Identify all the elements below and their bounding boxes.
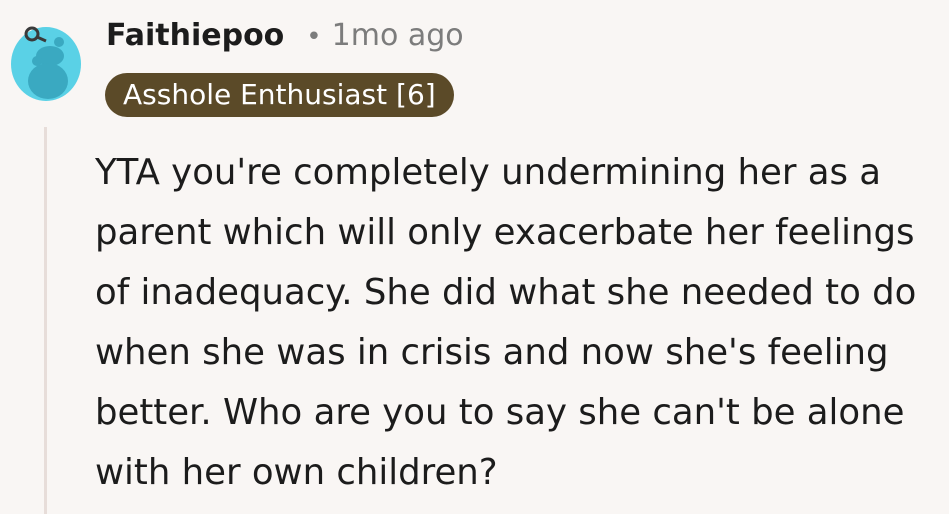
separator-dot: • [306, 22, 322, 52]
user-flair-badge: Asshole Enthusiast [6] [105, 73, 454, 117]
timestamp-link[interactable]: 1mo ago [332, 18, 464, 53]
snoo-avatar-icon[interactable] [10, 9, 82, 101]
comment-body: YTA you're completely undermining her as… [95, 152, 917, 493]
comment-header: Faithiepoo • 1mo ago [106, 18, 464, 53]
comment: Faithiepoo • 1mo ago Asshole Enthusiast … [0, 0, 949, 514]
thread-line[interactable] [44, 127, 47, 514]
username-link[interactable]: Faithiepoo [106, 18, 284, 53]
